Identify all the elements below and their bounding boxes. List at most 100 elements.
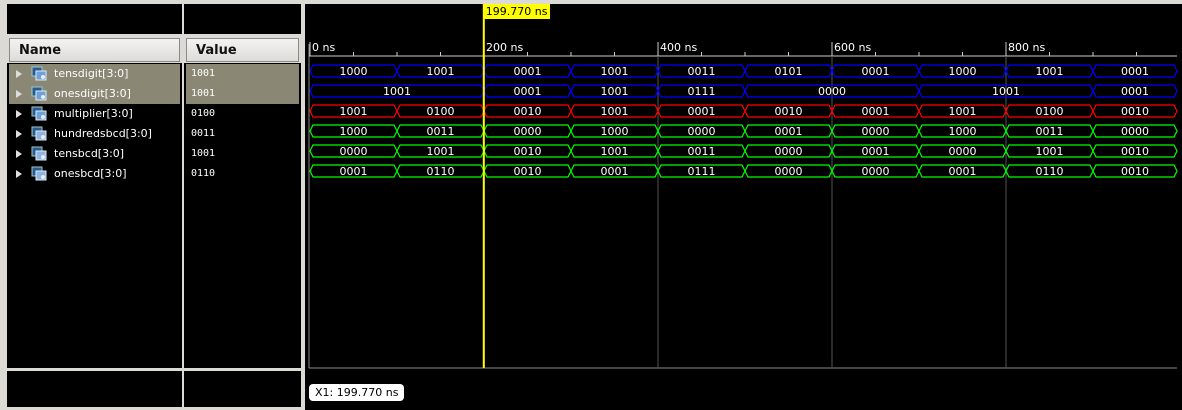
bus-value-label: 0001 <box>688 105 716 118</box>
signal-value: 0100 <box>191 108 216 119</box>
signal-name: tensdigit[3:0] <box>54 67 129 80</box>
signal-name: multiplier[3:0] <box>54 107 133 120</box>
bus-signal-icon <box>31 106 47 121</box>
bus-value-label: 0010 <box>775 105 803 118</box>
bus-value-label: 0011 <box>688 145 716 158</box>
bus-value-label: 1001 <box>601 65 629 78</box>
bus-value-label: 0001 <box>340 165 368 178</box>
bus-value-label: 0111 <box>688 165 716 178</box>
signal-value: 1001 <box>191 68 216 79</box>
expand-icon[interactable] <box>16 70 22 78</box>
bus-value-label: 0000 <box>862 125 890 138</box>
value-toolbar-area <box>184 4 301 34</box>
bus-value-label: 0001 <box>775 125 803 138</box>
signal-value-row[interactable]: 0100 <box>186 104 299 124</box>
name-column-header[interactable]: Name <box>9 38 180 62</box>
bus-value-label: 1001 <box>383 85 411 98</box>
bus-value-label: 0011 <box>688 65 716 78</box>
bus-value-label: 0010 <box>514 145 542 158</box>
waveform-canvas[interactable]: 0 ns 200 ns 400 ns 600 ns 800 ns 1000 1001 0001… <box>305 4 1182 410</box>
bus-value-label: 0000 <box>340 145 368 158</box>
signal-name: hundredsbcd[3:0] <box>54 127 152 140</box>
signal-name: onesdigit[3:0] <box>54 87 131 100</box>
value-footer-area <box>184 371 301 407</box>
expand-icon[interactable] <box>16 150 22 158</box>
bus-value-label: 0100 <box>1036 105 1064 118</box>
bus-value-label: 0111 <box>688 85 716 98</box>
bus-value-label: 0001 <box>1121 65 1149 78</box>
signal-row-onesbcd[interactable]: onesbcd[3:0] <box>9 164 180 184</box>
bus-value-label: 0001 <box>514 65 542 78</box>
expand-icon[interactable] <box>16 110 22 118</box>
bus-value-label: 0011 <box>1036 125 1064 138</box>
bus-value-label: 0001 <box>514 85 542 98</box>
signal-row-tensbcd[interactable]: tensbcd[3:0] <box>9 144 180 164</box>
signal-row-tensdigit[interactable]: tensdigit[3:0] <box>9 64 180 84</box>
signal-row-onesdigit[interactable]: onesdigit[3:0] <box>9 84 180 104</box>
value-column-header[interactable]: Value <box>186 38 299 62</box>
bus-value-label: 1000 <box>340 65 368 78</box>
expand-icon[interactable] <box>16 170 22 178</box>
signal-row-multiplier[interactable]: multiplier[3:0] <box>9 104 180 124</box>
signal-value: 0011 <box>191 128 216 139</box>
bus-value-label: 0001 <box>949 165 977 178</box>
signal-row-hundredsbcd[interactable]: hundredsbcd[3:0] <box>9 124 180 144</box>
time-tick-label: 200 ns <box>486 41 523 54</box>
bus-value-label: 0000 <box>514 125 542 138</box>
value-header-label: Value <box>196 43 237 58</box>
bus-value-label: 0001 <box>862 145 890 158</box>
bus-value-label: 0010 <box>1121 165 1149 178</box>
bus-signal-icon <box>31 146 47 161</box>
signal-value-row[interactable]: 0011 <box>186 124 299 144</box>
name-footer-area <box>7 371 182 407</box>
bus-value-label: 1001 <box>427 65 455 78</box>
signal-value-row[interactable]: 1001 <box>186 64 299 84</box>
expand-icon[interactable] <box>16 130 22 138</box>
time-tick-label: 400 ns <box>660 41 697 54</box>
bus-value-label: 1000 <box>340 125 368 138</box>
bus-signal-icon <box>31 86 47 101</box>
bus-value-label: 1001 <box>427 145 455 158</box>
bus-value-label: 0101 <box>775 65 803 78</box>
bus-value-label: 0000 <box>862 165 890 178</box>
time-tick-label: 0 ns <box>312 41 335 54</box>
signal-value: 0110 <box>191 168 216 179</box>
bus-value-label: 1000 <box>949 125 977 138</box>
bus-value-label: 0000 <box>775 145 803 158</box>
bus-value-label: 0010 <box>514 165 542 178</box>
bus-value-label: 1001 <box>949 105 977 118</box>
cursor-time-label[interactable]: 199.770 ns <box>482 4 551 19</box>
bus-signal-icon <box>31 166 47 181</box>
signal-value: 1001 <box>191 88 216 99</box>
bus-value-label: 1000 <box>949 65 977 78</box>
name-toolbar-area <box>7 4 182 34</box>
bus-value-label: 0010 <box>514 105 542 118</box>
bus-value-label: 1001 <box>601 105 629 118</box>
bus-value-label: 0110 <box>427 165 455 178</box>
bus-value-label: 1001 <box>1036 145 1064 158</box>
bus-value-label: 0011 <box>427 125 455 138</box>
cursor-readout: X1: 199.770 ns <box>309 384 405 401</box>
bus-value-label: 1001 <box>340 105 368 118</box>
bus-value-label: 1001 <box>601 85 629 98</box>
bus-value-label: 0001 <box>862 65 890 78</box>
signal-name: onesbcd[3:0] <box>54 167 127 180</box>
bus-value-label: 0010 <box>1121 145 1149 158</box>
bus-value-label: 1001 <box>601 145 629 158</box>
signal-name: tensbcd[3:0] <box>54 147 125 160</box>
time-tick-label: 800 ns <box>1008 41 1045 54</box>
signal-value-row[interactable]: 1001 <box>186 84 299 104</box>
bus-value-label: 1001 <box>992 85 1020 98</box>
signal-value-row[interactable]: 0110 <box>186 164 299 184</box>
signal-value: 1001 <box>191 148 216 159</box>
bus-signal-icon <box>31 66 47 81</box>
bus-value-label: 0000 <box>688 125 716 138</box>
signal-value-row[interactable]: 1001 <box>186 144 299 164</box>
expand-icon[interactable] <box>16 90 22 98</box>
bus-value-label: 0100 <box>427 105 455 118</box>
time-tick-label: 600 ns <box>834 41 871 54</box>
bus-value-label: 1000 <box>601 125 629 138</box>
bus-value-label: 0000 <box>949 145 977 158</box>
bus-value-label: 0001 <box>1121 85 1149 98</box>
bus-value-label: 0001 <box>862 105 890 118</box>
